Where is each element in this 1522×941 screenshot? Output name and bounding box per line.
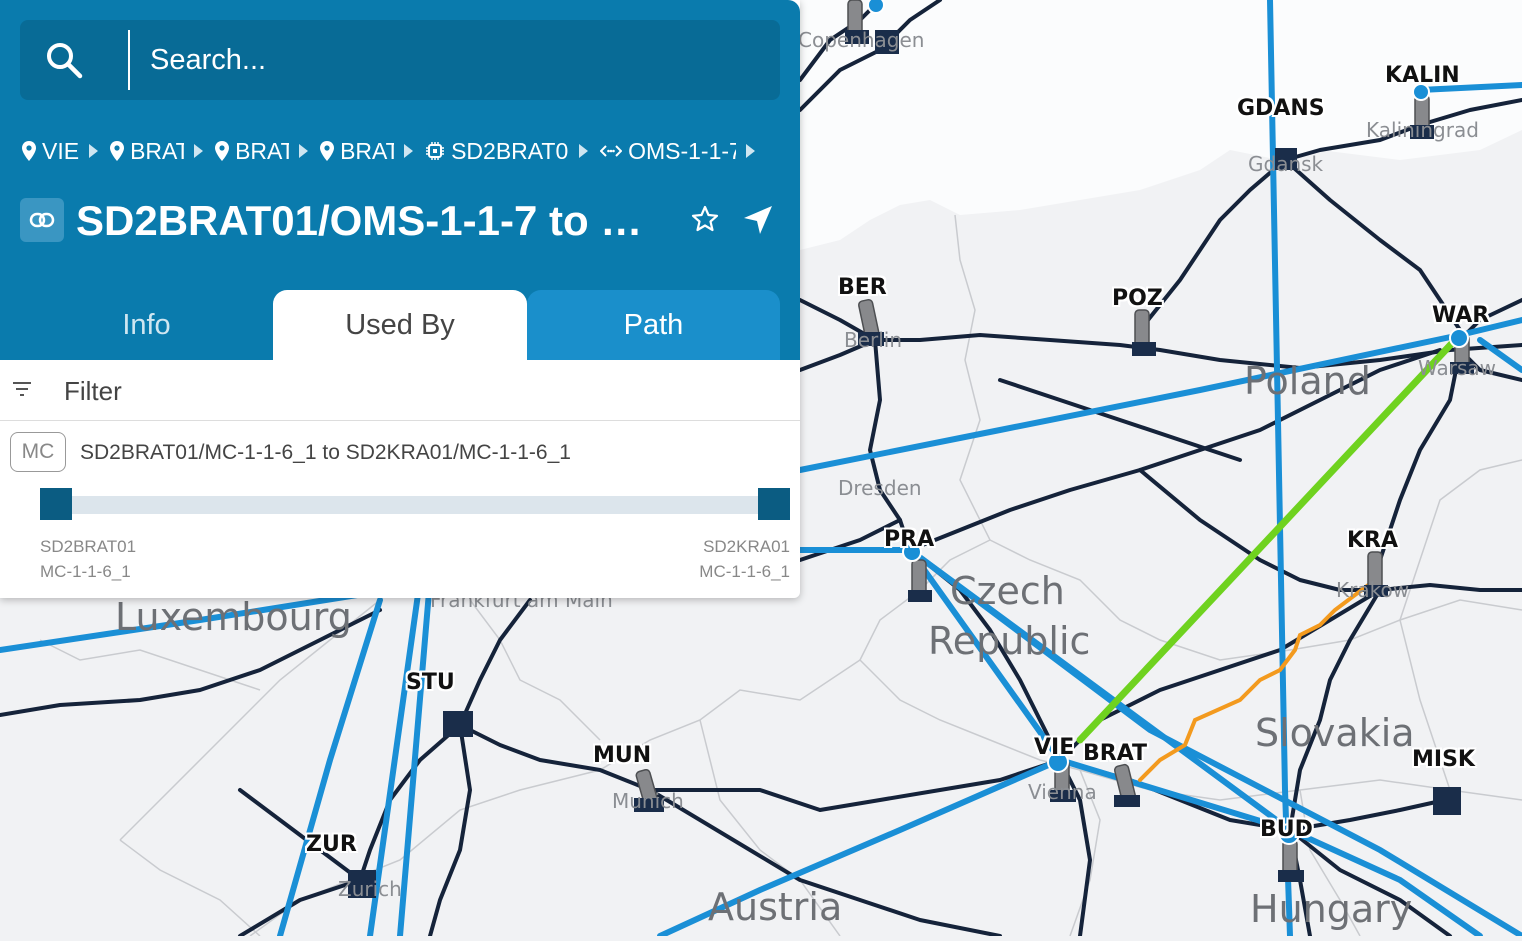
endpoint-left-marker [40,488,72,520]
list-item[interactable]: MC SD2BRAT01/MC-1-1-6_1 to SD2KRA01/MC-1… [0,421,800,598]
breadcrumb-item-vie[interactable]: VIE [22,137,99,165]
site-label-ber[interactable]: BER [838,275,887,300]
breadcrumb-label: SD2BRAT01 [451,137,570,164]
country-label: Hungary [1250,887,1413,931]
item-title: SD2BRAT01/MC-1-1-6_1 to SD2KRA01/MC-1-1-… [80,441,571,464]
breadcrumb-item-brat[interactable]: BRAT [320,137,414,165]
endpoint-port: MC-1-1-6_1 [699,562,790,581]
tab-bar: Info Used By Path [0,290,800,360]
site-label-kalin[interactable]: KALIN [1385,63,1460,88]
country-label: Republic [928,619,1091,663]
page-title: SD2BRAT01/OMS-1-1-7 to … [76,197,643,244]
navigate-icon[interactable] [740,202,776,238]
panel-header: VIE BRAT BRAT BRAT SD2BRAT01 [0,0,800,360]
breadcrumb-label: BRAT [340,137,395,164]
filter-button[interactable]: Filter [0,360,800,421]
filter-icon [13,382,31,396]
chevron-right-icon [579,144,589,158]
search-bar [20,20,782,100]
site-label-war[interactable]: WAR [1432,303,1489,328]
location-pin-icon [22,141,36,161]
breadcrumb-label: BRAT [130,137,185,164]
location-pin-icon [215,141,230,161]
tab-info[interactable]: Info [20,290,273,360]
tab-used-by[interactable]: Used By [273,290,527,360]
location-pin-icon [320,141,335,161]
site-label-mun[interactable]: MUN [593,743,651,768]
filter-label: Filter [64,376,122,406]
breadcrumb-item-brat[interactable]: BRAT [215,137,309,165]
site-label-kra[interactable]: KRA [1347,528,1398,553]
link-icon [20,198,64,242]
link-arrows-icon [600,145,623,157]
breadcrumb-label: VIE [42,137,80,164]
location-pin-icon [110,141,125,161]
country-label: Slovakia [1255,711,1415,755]
city-label: Kaliningrad [1366,118,1479,142]
chevron-right-icon [746,144,756,158]
endpoint-left-label: SD2BRAT01 MC-1-1-6_1 [40,534,136,584]
title-row: SD2BRAT01/OMS-1-1-7 to … [20,196,780,246]
city-label: Dresden [838,476,922,500]
chevron-right-icon [299,144,309,158]
breadcrumb-label: OMS-1-1-7 [628,137,737,164]
site-label-brat[interactable]: BRAT [1083,741,1147,766]
connection-bar [40,496,790,514]
site-label-gdans[interactable]: GDANS [1237,96,1325,121]
search-input[interactable] [138,38,782,82]
endpoint-right-label: SD2KRA01 MC-1-1-6_1 [699,534,790,584]
site-label-stu[interactable]: STU [406,670,455,695]
breadcrumb-item-brat[interactable]: BRAT [110,137,204,165]
site-label-pra[interactable]: PRA [884,527,934,552]
breadcrumb-label: BRAT [235,137,290,164]
mc-badge: MC [10,432,66,472]
city-label: Copenhagen [798,28,925,52]
tab-path[interactable]: Path [527,290,780,360]
site-label-vie[interactable]: VIE [1034,735,1074,760]
endpoint-node: SD2KRA01 [703,537,790,556]
city-label: Zurich [338,877,402,901]
chevron-right-icon [404,144,414,158]
site-label-poz[interactable]: POZ [1112,286,1163,311]
city-label: Gdansk [1248,152,1324,176]
city-label: Warsaw [1418,356,1497,380]
country-label: Poland [1244,359,1371,403]
endpoint-node: SD2BRAT01 [40,537,137,556]
site-label-misk[interactable]: MISK [1412,747,1475,772]
endpoint-port: MC-1-1-6_1 [40,562,131,581]
country-label: Austria [708,885,843,929]
search-icon[interactable] [44,40,84,80]
breadcrumb: VIE BRAT BRAT BRAT SD2BRAT01 OMS-1-1-7 [22,134,792,168]
country-label: Czech [950,569,1065,613]
site-label-zur[interactable]: ZUR [306,832,357,857]
breadcrumb-item-oms[interactable]: OMS-1-1-7 [600,137,756,165]
site-label-bud[interactable]: BUD [1260,817,1313,842]
chevron-right-icon [89,144,99,158]
endpoint-right-marker [758,488,790,520]
chip-icon [426,142,445,160]
city-label: Krakow [1336,578,1410,602]
country-label: Luxembourg [115,595,352,639]
search-divider [128,30,130,90]
details-panel: VIE BRAT BRAT BRAT SD2BRAT01 [0,0,800,598]
breadcrumb-item-sd2brat01[interactable]: SD2BRAT01 [425,137,589,165]
city-label: Munich [612,789,684,813]
city-label: Vienna [1028,780,1097,804]
chevron-right-icon [194,144,204,158]
city-label: Berlin [844,328,903,352]
star-icon[interactable] [690,204,720,234]
